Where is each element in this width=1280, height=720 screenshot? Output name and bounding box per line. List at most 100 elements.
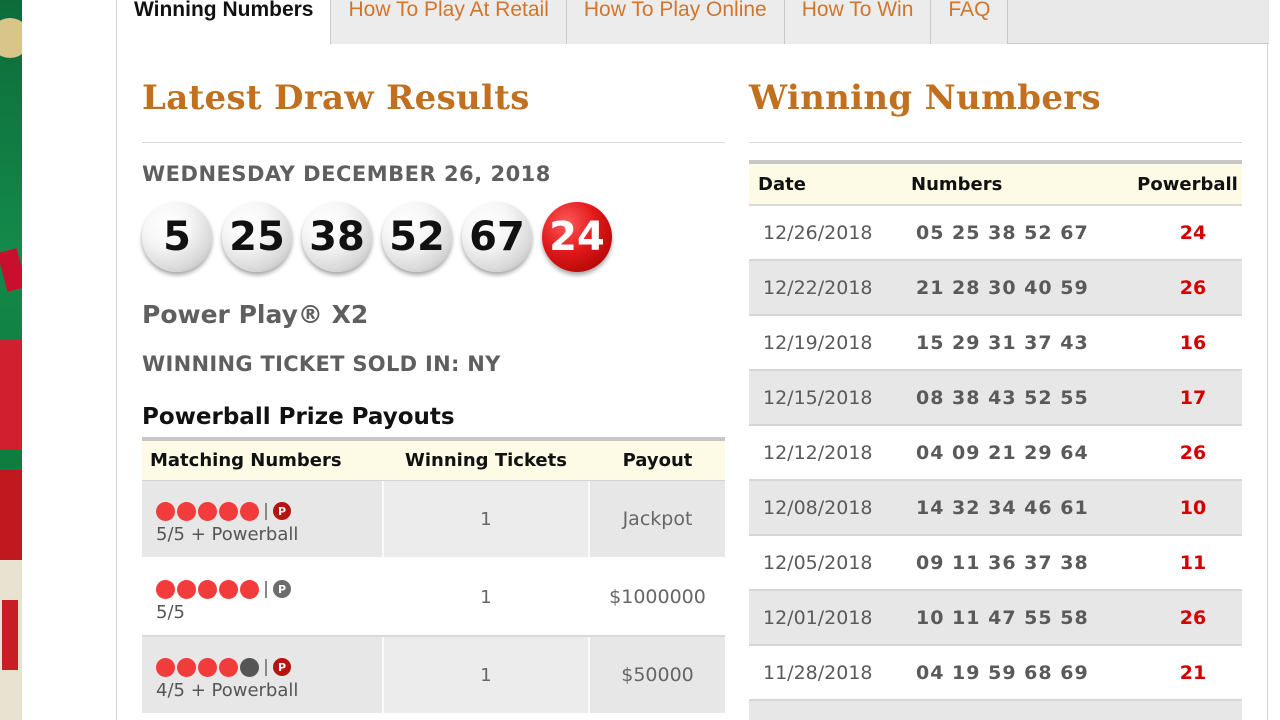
- winning-numbers-title: Winning Numbers: [749, 78, 1101, 118]
- winning-ticket-location: WINNING TICKET SOLD IN: NY: [142, 352, 501, 376]
- unmatched-ball-icon: [240, 657, 259, 677]
- numbers-cell: 05 25 38 52 67: [916, 221, 1089, 244]
- match-label: 5/5 + Powerball: [156, 524, 299, 545]
- table-row[interactable]: 12/15/2018 08 38 43 52 55 17: [749, 371, 1242, 426]
- table-row[interactable]: 12/01/2018 10 11 47 55 58 26: [749, 591, 1242, 646]
- table-row[interactable]: 12/19/2018 15 29 31 37 43 16: [749, 316, 1242, 371]
- matched-ball-icon: [219, 579, 238, 599]
- powerball-cell: 17: [1179, 386, 1207, 409]
- matched-ball-icon: [198, 579, 217, 599]
- payout-table: Matching Numbers Winning Tickets Payout: [142, 437, 725, 715]
- separator: [265, 580, 267, 598]
- payout-amount: Jackpot: [622, 508, 693, 530]
- winning-numbers-table: Date Numbers Powerball 12/26/2018 05 25 …: [749, 160, 1242, 720]
- numbers-cell: 14 32 34 46 61: [916, 496, 1089, 519]
- content-panel: Winning Numbers How To Play At Retail Ho…: [116, 0, 1269, 720]
- table-row[interactable]: 12/22/2018 21 28 30 40 59 26: [749, 261, 1242, 316]
- draw-date-cell: 12/22/2018: [763, 276, 873, 299]
- match-label: 4/5 + Powerball: [156, 680, 299, 701]
- latest-draw-title: Latest Draw Results: [142, 78, 530, 118]
- numbers-cell: 04 09 21 29 64: [916, 441, 1089, 464]
- tab-how-to-win[interactable]: How To Win: [784, 0, 932, 44]
- matched-ball-icon: [240, 579, 259, 599]
- col-header-powerball: Powerball: [1137, 173, 1238, 195]
- numbers-cell: 09 11 36 37 38: [916, 551, 1089, 574]
- winning-tickets-count: 1: [382, 637, 590, 713]
- tab-winning-numbers[interactable]: Winning Numbers: [117, 0, 332, 45]
- payout-amount: $1000000: [609, 586, 706, 608]
- matched-ball-icon: [177, 657, 196, 677]
- tab-bar: Winning Numbers How To Play At Retail Ho…: [117, 0, 1269, 45]
- matched-ball-icon: [198, 501, 217, 521]
- draw-date-cell: 12/19/2018: [763, 331, 873, 354]
- payout-table-header: Matching Numbers Winning Tickets Payout: [142, 441, 725, 481]
- matched-ball-icon: [156, 657, 175, 677]
- table-row[interactable]: [749, 701, 1242, 720]
- matched-ball-icon: [156, 501, 175, 521]
- payout-amount: $50000: [621, 664, 694, 686]
- powerball-cell: 24: [1179, 221, 1207, 244]
- match-indicator: P: [156, 501, 382, 521]
- white-ball: 5: [142, 202, 212, 272]
- tab-faq[interactable]: FAQ: [931, 0, 1009, 44]
- powerball-unmatched-icon: P: [273, 580, 291, 598]
- numbers-cell: 08 38 43 52 55: [916, 386, 1089, 409]
- matched-ball-icon: [177, 501, 196, 521]
- numbers-cell: 10 11 47 55 58: [916, 606, 1089, 629]
- divider: [749, 142, 1242, 143]
- matched-ball-icon: [219, 501, 238, 521]
- powerball-cell: 26: [1179, 441, 1207, 464]
- match-indicator: P: [156, 657, 382, 677]
- powerball-ball: 24: [542, 202, 612, 272]
- payouts-title: Powerball Prize Payouts: [142, 404, 455, 430]
- col-header-winning-tickets: Winning Tickets: [405, 450, 567, 471]
- draw-date: WEDNESDAY DECEMBER 26, 2018: [142, 162, 551, 186]
- table-row[interactable]: 12/05/2018 09 11 36 37 38 11: [749, 536, 1242, 591]
- tab-how-to-play-online[interactable]: How To Play Online: [566, 0, 785, 44]
- winning-tickets-count: 1: [382, 481, 590, 557]
- side-banner-image: [0, 0, 22, 720]
- table-row: P 5/5 1 $1000000: [142, 559, 725, 637]
- numbers-cell: 21 28 30 40 59: [916, 276, 1089, 299]
- col-header-matching-numbers: Matching Numbers: [150, 450, 342, 471]
- col-header-payout: Payout: [622, 450, 693, 471]
- separator: [265, 502, 267, 520]
- powerball-cell: 21: [1179, 661, 1207, 684]
- table-row: P 4/5 + Powerball 1 $50000: [142, 637, 725, 715]
- match-label: 5/5: [156, 602, 185, 623]
- numbers-cell: 04 19 59 68 69: [916, 661, 1089, 684]
- table-row[interactable]: 11/28/2018 04 19 59 68 69 21: [749, 646, 1242, 701]
- tab-how-to-play-at-retail[interactable]: How To Play At Retail: [331, 0, 567, 44]
- matched-ball-icon: [219, 657, 238, 677]
- white-ball: 38: [302, 202, 372, 272]
- table-row[interactable]: 12/12/2018 04 09 21 29 64 26: [749, 426, 1242, 481]
- powerball-cell: 11: [1179, 551, 1207, 574]
- separator: [265, 658, 267, 676]
- white-ball: 67: [462, 202, 532, 272]
- draw-date-cell: 12/08/2018: [763, 496, 873, 519]
- table-row: P 5/5 + Powerball 1 Jackpot: [142, 481, 725, 559]
- powerball-cell: 26: [1179, 276, 1207, 299]
- powerball-icon: P: [273, 502, 291, 520]
- white-ball: 52: [382, 202, 452, 272]
- powerball-cell: 10: [1179, 496, 1207, 519]
- matched-ball-icon: [240, 501, 259, 521]
- powerball-cell: 16: [1179, 331, 1207, 354]
- draw-date-cell: 11/28/2018: [763, 661, 873, 684]
- draw-date-cell: 12/15/2018: [763, 386, 873, 409]
- white-ball: 25: [222, 202, 292, 272]
- matched-ball-icon: [198, 657, 217, 677]
- numbers-cell: 15 29 31 37 43: [916, 331, 1089, 354]
- divider: [142, 142, 725, 143]
- table-row[interactable]: 12/08/2018 14 32 34 46 61 10: [749, 481, 1242, 536]
- winning-tickets-count: 1: [480, 586, 492, 608]
- power-play-multiplier: Power Play® X2: [142, 300, 369, 329]
- draw-date-cell: 12/26/2018: [763, 221, 873, 244]
- draw-date-cell: 12/01/2018: [763, 606, 873, 629]
- page: Winning Numbers How To Play At Retail Ho…: [0, 0, 1280, 720]
- winning-balls: 5 25 38 52 67 24: [142, 202, 612, 272]
- col-header-numbers: Numbers: [911, 173, 1003, 195]
- powerball-cell: 26: [1179, 606, 1207, 629]
- table-row[interactable]: 12/26/2018 05 25 38 52 67 24: [749, 206, 1242, 261]
- matched-ball-icon: [156, 579, 175, 599]
